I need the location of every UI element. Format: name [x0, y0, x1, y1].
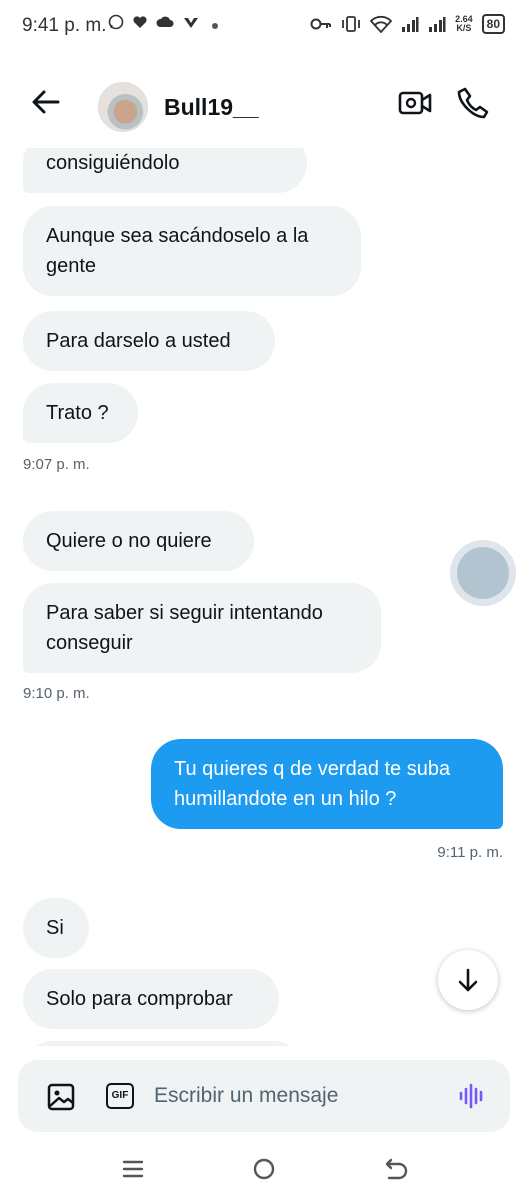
- image-icon: [47, 1083, 75, 1111]
- heart-icon: [133, 16, 147, 28]
- message-text: Tu quieres q de verdad te suba humilland…: [174, 758, 451, 810]
- conversation-username[interactable]: Bull19__: [164, 94, 259, 121]
- battery-level: 80: [486, 17, 500, 31]
- message-text: Si: [46, 917, 64, 939]
- gif-button[interactable]: GIF: [106, 1083, 134, 1109]
- message-text: consiguiéndolo: [46, 152, 180, 174]
- voice-message-button[interactable]: [456, 1080, 488, 1112]
- network-speed: 2.64 K/S: [455, 15, 473, 33]
- message-composer: GIF: [18, 1060, 510, 1132]
- message-bubble[interactable]: Aunque sea sacándoselo a la gente: [23, 206, 361, 296]
- message-timestamp: 9:10 p. m.: [23, 685, 90, 702]
- message-text: Solo para comprobar: [46, 988, 233, 1010]
- message-timestamp: 9:11 p. m.: [437, 844, 503, 861]
- floating-assistive-button[interactable]: [450, 540, 516, 606]
- voice-message-icon: [459, 1083, 483, 1109]
- message-bubble[interactable]: Quiere o no quiere: [23, 511, 254, 571]
- phone-icon: [457, 87, 489, 119]
- video-call-button[interactable]: [398, 88, 432, 118]
- message-list[interactable]: consiguiéndolo Aunque sea sacándoselo a …: [0, 148, 527, 1046]
- message-text: Trato ?: [46, 402, 109, 424]
- scroll-to-bottom-button[interactable]: [438, 950, 498, 1010]
- back-arrow-icon: [32, 90, 60, 114]
- network-speed-unit: K/S: [456, 23, 472, 33]
- message-bubble[interactable]: Para saber si seguir intentando consegui…: [23, 583, 381, 673]
- message-bubble-partial[interactable]: [23, 1041, 303, 1046]
- menu-icon: [122, 1160, 144, 1178]
- video-call-icon: [398, 91, 432, 115]
- message-bubble[interactable]: Si: [23, 898, 89, 958]
- status-bar: 9:41 p. m. 2.64 K/S 80: [0, 0, 527, 56]
- system-back-button[interactable]: [381, 1154, 411, 1184]
- message-text: Para saber si seguir intentando consegui…: [46, 602, 323, 654]
- message-text: Aunque sea sacándoselo a la gente: [46, 225, 309, 277]
- back-icon: [385, 1158, 408, 1180]
- message-bubble[interactable]: consiguiéndolo: [23, 148, 307, 193]
- battery-icon: 80: [481, 14, 505, 34]
- avatar[interactable]: [98, 82, 148, 132]
- wifi-icon: [370, 15, 393, 33]
- message-bubble[interactable]: Para darselo a usted: [23, 311, 275, 371]
- conversation-header: Bull19__: [0, 56, 527, 148]
- message-text: Para darselo a usted: [46, 330, 231, 352]
- back-button[interactable]: [28, 84, 64, 120]
- message-input[interactable]: [154, 1078, 454, 1114]
- cloud-icon: [156, 16, 174, 27]
- home-button[interactable]: [249, 1154, 279, 1184]
- system-navigation-bar: [0, 1140, 527, 1200]
- message-bubble-outgoing[interactable]: Tu quieres q de verdad te suba humilland…: [151, 739, 503, 829]
- signal-icon: [402, 17, 419, 32]
- message-bubble[interactable]: Trato ?: [23, 383, 138, 443]
- phone-call-button[interactable]: [456, 86, 490, 120]
- key-icon: [310, 18, 332, 30]
- add-image-button[interactable]: [46, 1082, 76, 1112]
- vibrate-icon: [342, 16, 361, 32]
- home-icon: [253, 1158, 275, 1180]
- notification-dot: [212, 23, 218, 29]
- whatsapp-icon: [108, 14, 124, 30]
- arrow-down-icon: [458, 968, 478, 992]
- status-time: 9:41 p. m.: [22, 15, 107, 36]
- message-timestamp: 9:07 p. m.: [23, 456, 90, 473]
- app-icon: [184, 18, 198, 28]
- message-bubble[interactable]: Solo para comprobar: [23, 969, 279, 1029]
- signal-icon-2: [429, 17, 446, 32]
- recent-apps-button[interactable]: [118, 1154, 148, 1184]
- message-text: Quiere o no quiere: [46, 530, 212, 552]
